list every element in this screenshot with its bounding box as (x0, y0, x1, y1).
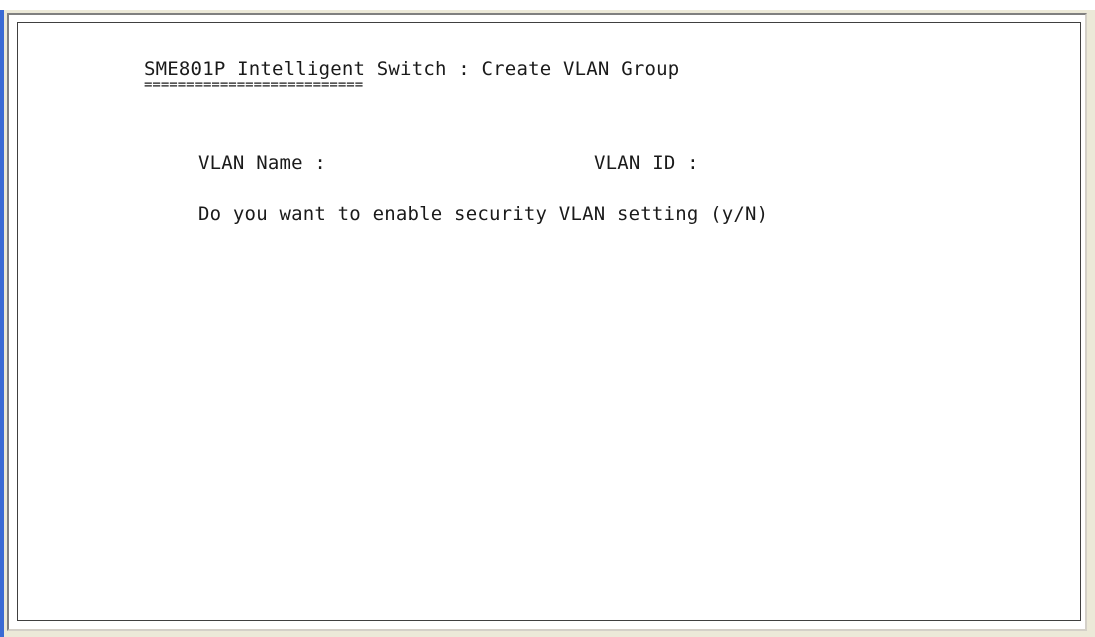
terminal-window: SME801P Intelligent Switch : Create VLAN… (0, 0, 1095, 637)
vlan-id-field[interactable]: VLAN ID : (594, 152, 699, 174)
window-left-accent (0, 10, 4, 637)
security-vlan-prompt[interactable]: Do you want to enable security VLAN sett… (198, 203, 768, 225)
terminal-screen[interactable] (17, 22, 1081, 621)
title-underline: ========================== (144, 77, 364, 93)
vlan-name-field[interactable]: VLAN Name : (198, 152, 326, 174)
window-top-strip (0, 0, 1095, 10)
